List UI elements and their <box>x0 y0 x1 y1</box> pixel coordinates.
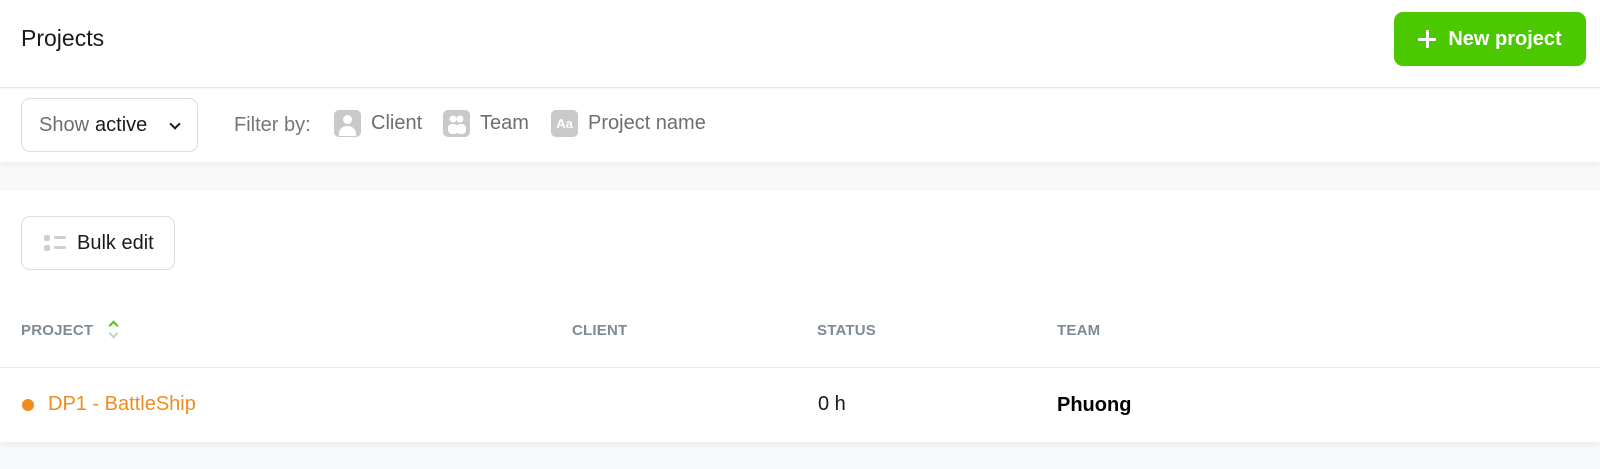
table-divider <box>0 367 1600 368</box>
filter-team[interactable]: Team <box>443 110 529 137</box>
column-header-status[interactable]: STATUS <box>817 322 876 339</box>
page-header: Projects New project <box>0 0 1600 88</box>
sort-icon[interactable] <box>108 318 120 340</box>
bulk-edit-button[interactable]: Bulk edit <box>21 216 175 270</box>
project-team: Phuong <box>1057 394 1132 416</box>
page-title: Projects <box>21 25 105 51</box>
plus-icon <box>1418 30 1437 48</box>
new-project-label: New project <box>1448 27 1562 50</box>
filter-client[interactable]: Client <box>334 110 422 137</box>
show-prefix: Show <box>39 113 90 136</box>
column-header-team[interactable]: TEAM <box>1057 322 1100 339</box>
team-icon <box>443 110 470 137</box>
filter-project-name[interactable]: Aa Project name <box>551 110 706 137</box>
project-name-link[interactable]: DP1 - BattleShip <box>48 393 196 416</box>
filter-project-name-label: Project name <box>588 112 706 134</box>
column-header-project[interactable]: PROJECT <box>21 322 93 339</box>
projects-table <box>0 190 1600 442</box>
text-aa-icon: Aa <box>551 110 578 137</box>
new-project-button[interactable]: New project <box>1394 12 1586 66</box>
list-icon <box>44 235 66 251</box>
person-icon <box>334 110 361 137</box>
chevron-down-icon <box>169 118 181 130</box>
filter-bar: Show active Filter by: Client Team Aa Pr… <box>0 89 1600 162</box>
project-status: 0 h <box>818 393 846 415</box>
show-value: active <box>95 113 148 136</box>
bulk-edit-label: Bulk edit <box>77 231 154 254</box>
filter-client-label: Client <box>371 112 423 134</box>
filter-by-label: Filter by: <box>234 114 311 136</box>
project-color-dot <box>22 399 34 411</box>
filter-team-label: Team <box>480 112 529 134</box>
column-header-client[interactable]: CLIENT <box>572 322 627 339</box>
show-status-select[interactable]: Show active <box>21 98 198 152</box>
